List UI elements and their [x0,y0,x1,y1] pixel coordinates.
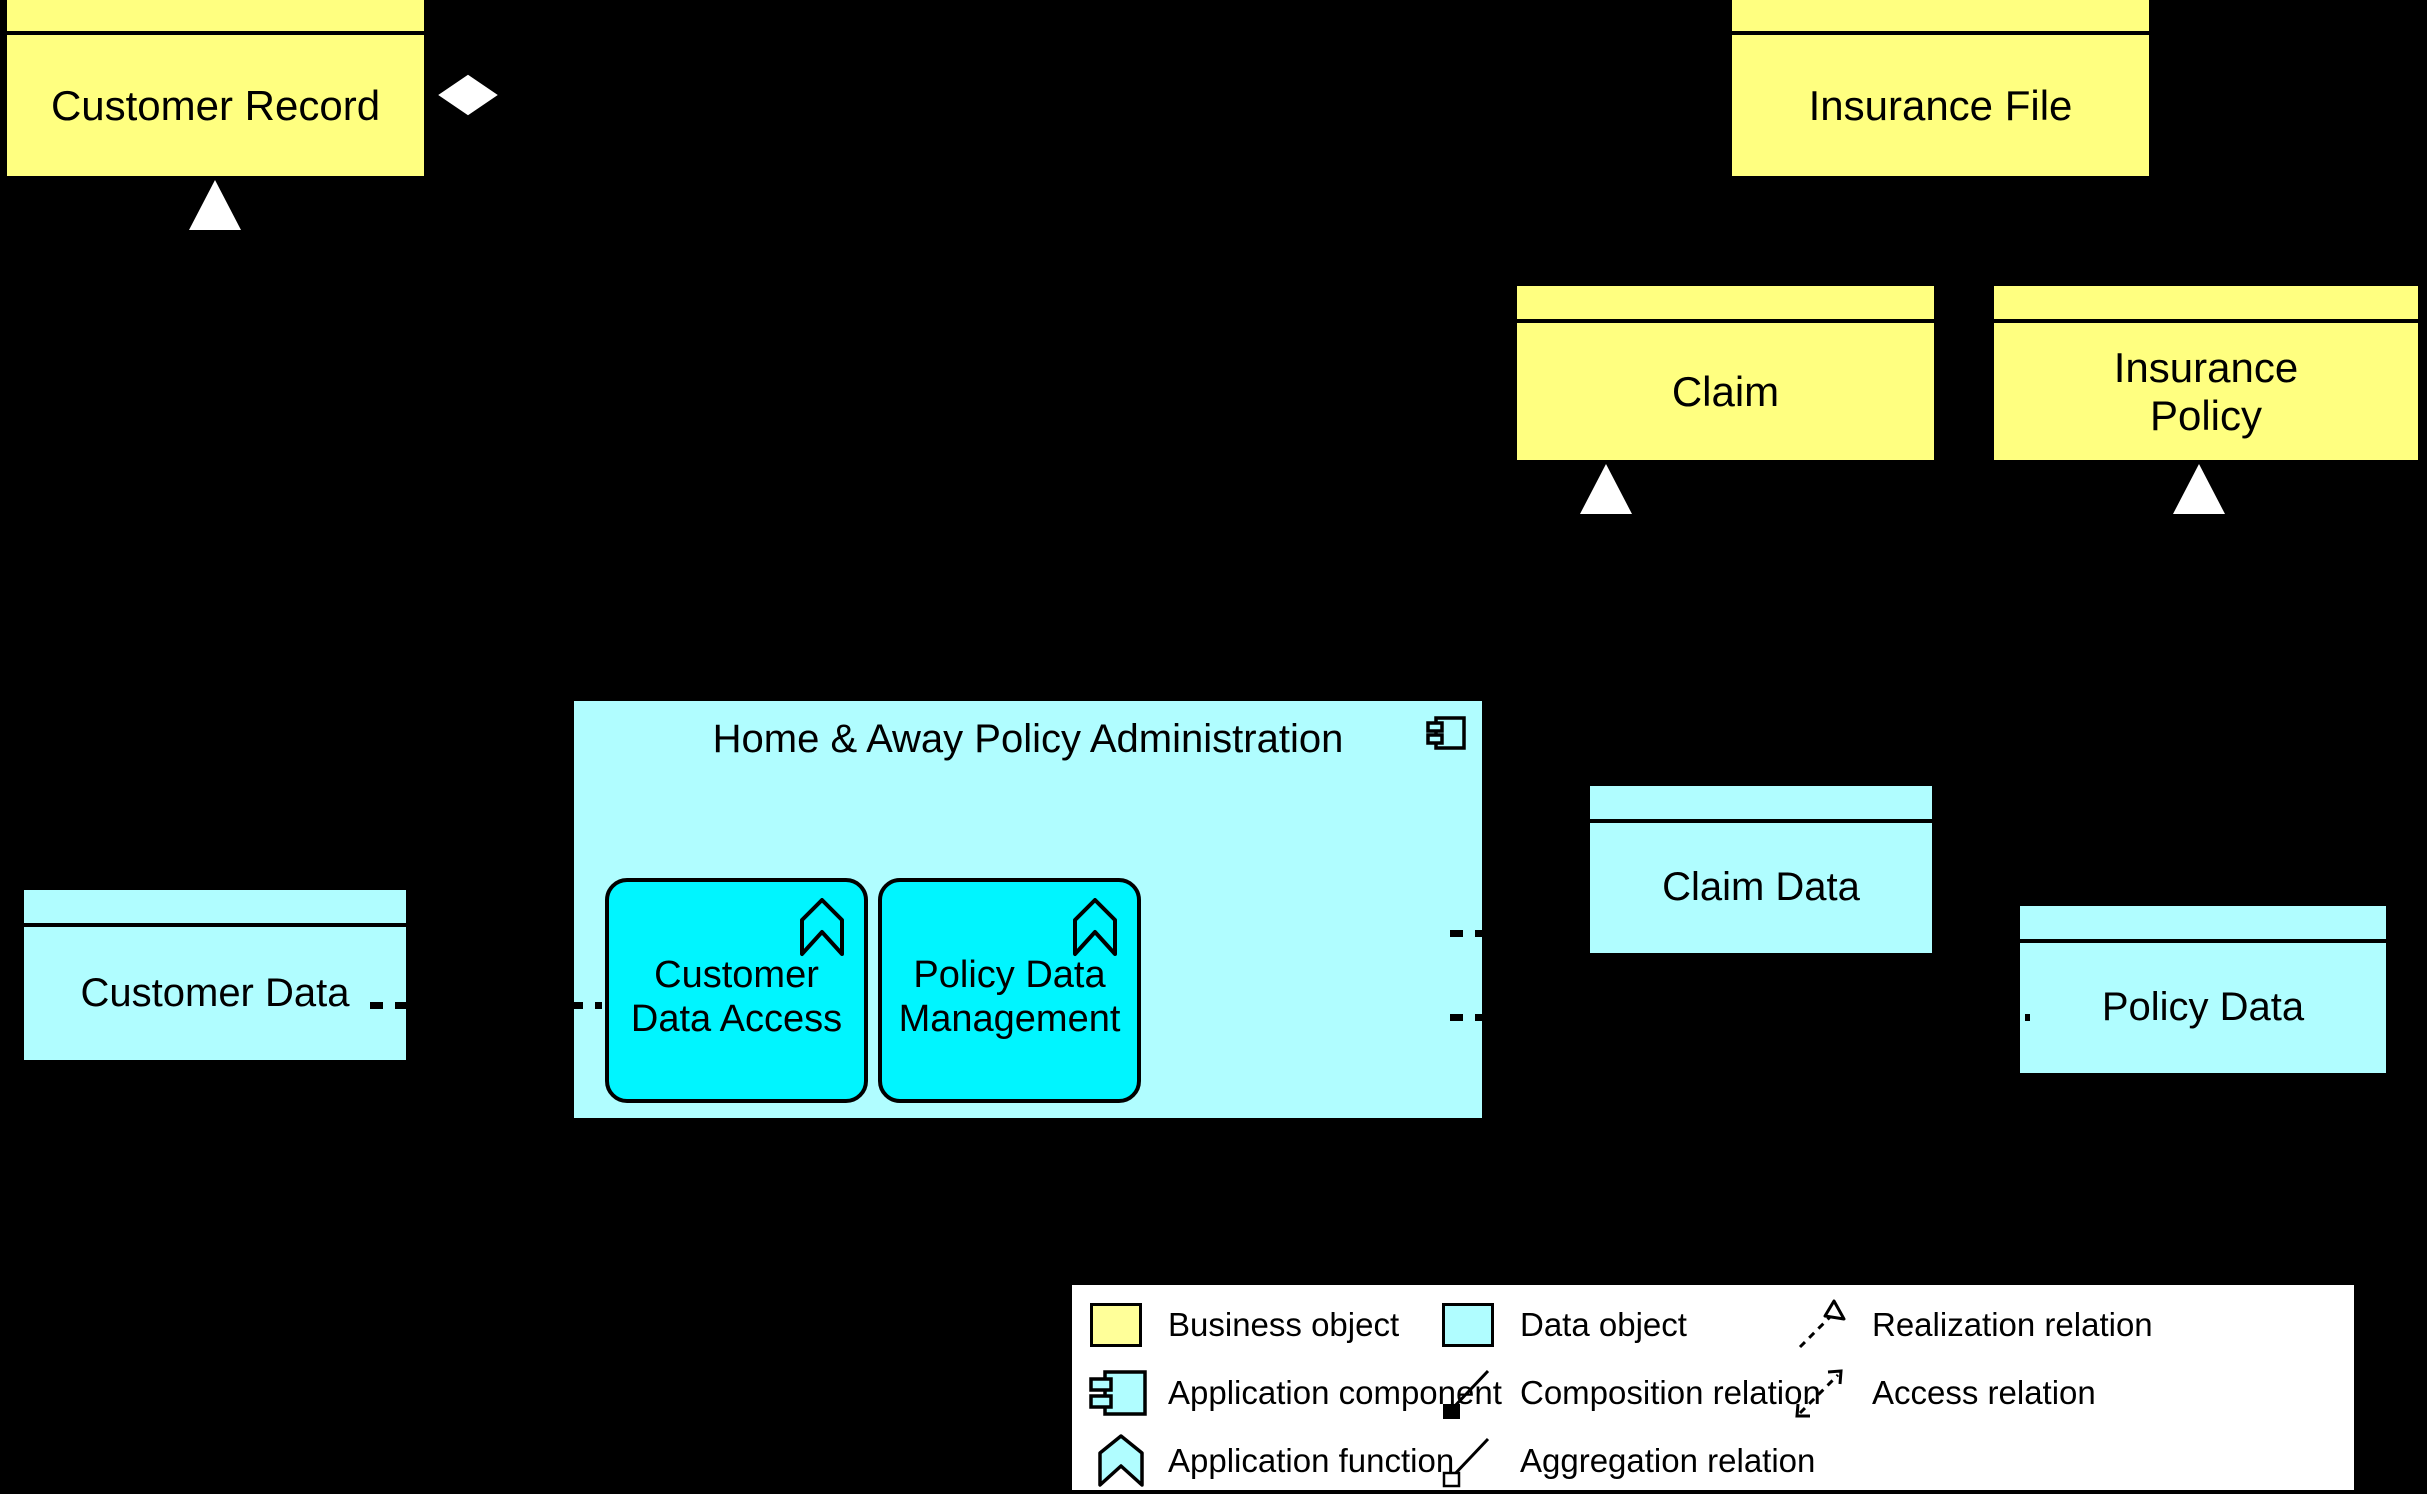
realization-relation-icon [1792,1297,1858,1353]
composition-relation-icon [1440,1365,1506,1421]
legend-item-aggregation-relation: Aggregation relation [1440,1427,1815,1494]
legend-item-access-relation: Access relation [1792,1359,2144,1427]
application-function-icon [1088,1433,1154,1489]
node-label: Claim [1671,367,1780,415]
node-header-band [1994,286,2418,323]
data-object-policy-data[interactable]: Policy Data [2016,902,2390,1077]
legend-item-data-object: Data object [1440,1291,1792,1359]
legend-label: Data object [1520,1306,1687,1343]
data-object-customer-data[interactable]: Customer Data [20,886,410,1064]
legend-panel: Business object Data object Realization … [1068,1281,2358,1494]
application-component-home-away-policy-administration[interactable]: Home & Away Policy Administration Custom… [570,697,1486,1122]
legend-label: Aggregation relation [1520,1442,1816,1479]
legend-label: Composition relation [1520,1374,1821,1411]
application-function-customer-data-access[interactable]: Customer Data Access [605,878,868,1103]
node-label: Customer Record [50,81,381,129]
realization-arrowhead-insurance-policy [2173,464,2225,514]
application-function-icon [1071,898,1119,958]
business-object-insurance-file[interactable]: Insurance File [1728,0,2153,180]
node-label: Claim Data [1662,865,1860,910]
access-relation-icon [1792,1365,1858,1421]
node-label: Policy Data [2101,985,2305,1030]
data-object-claim-data[interactable]: Claim Data [1586,782,1936,957]
realization-arrowhead-claim [1580,464,1632,514]
access-relation-claim-data [1450,930,1600,937]
access-relation-policy-data [1450,1014,2030,1021]
application-function-policy-data-management[interactable]: Policy Data Management [878,878,1141,1103]
legend-label: Business object [1168,1306,1400,1343]
legend-label: Realization relation [1872,1306,2153,1343]
aggregation-diamond-customer-record [436,72,500,123]
legend-item-application-function: Application function [1088,1427,1454,1494]
legend-item-business-object: Business object [1088,1291,1440,1359]
aggregation-relation-icon [1440,1433,1506,1489]
node-header-band [24,890,406,927]
business-object-claim[interactable]: Claim [1513,282,1938,464]
node-label: Customer Data [80,970,350,1015]
legend-item-empty [1792,1427,2144,1494]
business-object-insurance-policy[interactable]: Insurance Policy [1990,282,2422,464]
legend-item-realization-relation: Realization relation [1792,1291,2153,1359]
application-function-icon [798,898,846,958]
component-icon [1426,716,1466,750]
node-header-band [7,0,424,35]
application-component-icon [1088,1365,1154,1421]
access-relation-customer-data [370,1002,602,1009]
business-object-icon [1088,1297,1154,1353]
node-header-band [2020,906,2386,943]
legend-item-composition-relation: Composition relation [1440,1359,1821,1427]
node-header-band [1732,0,2149,35]
legend-label: Access relation [1872,1374,2096,1411]
connector-insurance-file-composition-stem [1838,178,1843,290]
legend-label: Application function [1168,1442,1455,1479]
connector-customer-record-realization-stem [213,230,218,690]
node-header-band [1590,786,1932,823]
diagram-canvas: Customer Record Insurance File Claim Ins… [0,0,2427,1494]
business-object-customer-record[interactable]: Customer Record [3,0,428,180]
data-object-icon [1440,1297,1506,1353]
node-header-band [1517,286,1934,323]
legend-item-application-component: Application component [1088,1359,1502,1427]
node-label: Insurance Policy [2113,343,2299,439]
node-label: Insurance File [1808,81,2073,129]
application-component-label: Home & Away Policy Administration [712,717,1344,761]
realization-arrowhead-customer-record [189,180,241,230]
